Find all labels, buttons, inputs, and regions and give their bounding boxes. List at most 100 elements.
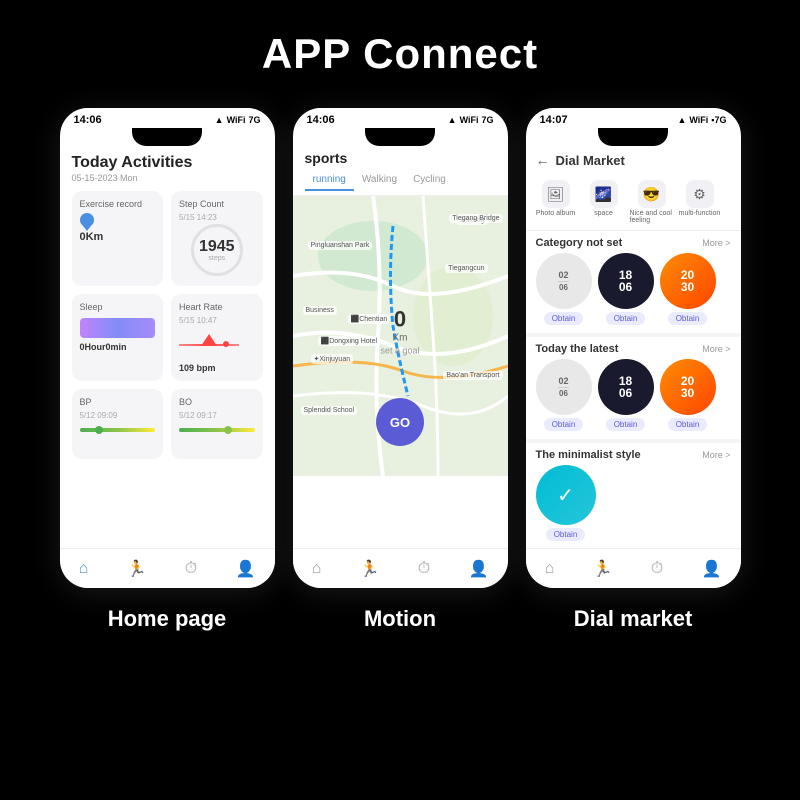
nav-home2-icon[interactable]: ⌂ <box>312 560 322 578</box>
step-value: 1945 <box>199 239 235 255</box>
section-category-not-set: Category not set More > <box>526 231 741 253</box>
time-motion: 14:06 <box>307 114 335 126</box>
nav-run3-icon[interactable]: 🏃 <box>593 559 613 579</box>
nav-profile3-icon[interactable]: 👤 <box>701 559 721 579</box>
bo-date: 5/12 09:17 <box>179 411 255 420</box>
time-dial: 14:07 <box>540 114 568 126</box>
status-bar-dial: 14:07 ▲ WiFi ▪7G <box>526 108 741 130</box>
obtain-btn-2b[interactable]: Obtain <box>606 418 646 431</box>
nav-timer3-icon[interactable]: ⏱ <box>651 560 663 578</box>
time-home: 14:06 <box>74 114 102 126</box>
set-goal: set a goal <box>380 346 419 356</box>
go-button[interactable]: GO <box>376 398 424 446</box>
section-minimalist: The minimalist style More > <box>526 443 741 465</box>
sleep-label: Sleep <box>80 302 156 312</box>
bottom-nav-motion: ⌂ 🏃 ⏱ 👤 <box>293 548 508 588</box>
exercise-label: Exercise record <box>80 199 156 209</box>
step-date: 5/15 14:23 <box>179 213 255 222</box>
notch-dial <box>598 128 668 146</box>
tab-cycling[interactable]: Cycling <box>405 170 454 191</box>
bo-slider <box>179 428 255 432</box>
nav-run-icon[interactable]: 🏃 <box>360 559 380 579</box>
obtain-btn-3a[interactable]: Obtain <box>546 528 586 541</box>
cat-cool-icon: 😎 <box>638 180 666 208</box>
dial-header: ← Dial Market <box>526 146 741 174</box>
obtain-btn-1a[interactable]: Obtain <box>544 312 584 325</box>
cat-cool[interactable]: 😎 Nice and cool feeling <box>630 180 674 224</box>
dial-item-2c: 2030 Obtain <box>660 359 716 431</box>
obtain-btn-2a[interactable]: Obtain <box>544 418 584 431</box>
step-unit: steps <box>208 255 225 262</box>
nav-home3-icon[interactable]: ⌂ <box>545 560 555 578</box>
cat-space[interactable]: 🌌 space <box>582 180 626 224</box>
km-value: 0 <box>380 307 419 333</box>
label-home: Home page <box>60 606 275 632</box>
home-screen-title: Today Activities <box>72 154 263 172</box>
status-bar-motion: 14:06 ▲ WiFi 7G <box>293 108 508 130</box>
app-title: APP Connect <box>262 30 538 78</box>
label-dial: Dial market <box>526 606 741 632</box>
sleep-value: 0Hour0min <box>80 342 156 352</box>
dial-item-1a: 0206 Obtain <box>536 253 592 325</box>
minimalist-dial-face: ✓ <box>536 465 596 525</box>
dial-face-1c: 2030 <box>660 253 716 309</box>
obtain-btn-1c[interactable]: Obtain <box>668 312 708 325</box>
motion-screen: sports running Walking Cycling <box>293 146 508 476</box>
phone-labels-row: Home page Motion Dial market <box>60 606 741 632</box>
exercise-step-row: Exercise record 0Km Step Count 5/15 14:2… <box>72 191 263 286</box>
step-card: Step Count 5/15 14:23 1945 steps <box>171 191 263 286</box>
nav-home-icon[interactable]: ⌂ <box>79 560 89 578</box>
dial-face-2b: 1806 <box>598 359 654 415</box>
bo-card: BO 5/12 09:17 <box>171 389 263 459</box>
cat-multi-icon: ⚙ <box>686 180 714 208</box>
cat-photo-icon: 🖼 <box>542 180 570 208</box>
dial-screen: ← Dial Market 🖼 Photo album 🌌 space 😎 Ni… <box>526 146 741 549</box>
nav-timer-icon[interactable]: ⏱ <box>185 560 197 578</box>
dial-face-1a: 0206 <box>536 253 592 309</box>
obtain-btn-1b[interactable]: Obtain <box>606 312 646 325</box>
notch-home <box>132 128 202 146</box>
motion-title: sports <box>293 146 508 166</box>
sleep-card: Sleep 0Hour0min <box>72 294 164 381</box>
step-circle: 1945 steps <box>191 224 243 276</box>
bp-thumb <box>95 426 103 434</box>
cat-space-icon: 🌌 <box>590 180 618 208</box>
label-motion: Motion <box>293 606 508 632</box>
tab-running[interactable]: running <box>305 170 354 191</box>
phones-container: 14:06 ▲ WiFi 7G Today Activities 05-15-2… <box>60 108 741 588</box>
heart-card: Heart Rate 5/15 10:47 109 bpm <box>171 294 263 381</box>
dial-face-1b: 1806 <box>598 253 654 309</box>
dial-market-title: Dial Market <box>556 153 625 168</box>
dial-face-2a: 0206 <box>536 359 592 415</box>
dial-item-3a: ✓ Obtain <box>536 465 596 541</box>
cat-photo[interactable]: 🖼 Photo album <box>534 180 578 224</box>
nav-profile-icon[interactable]: 👤 <box>235 559 255 579</box>
bo-thumb <box>224 426 232 434</box>
dial-item-2a: 0206 Obtain <box>536 359 592 431</box>
sleep-heart-row: Sleep 0Hour0min Heart Rate 5/15 10:47 10… <box>72 294 263 381</box>
map-label-park: Pingluanshan Park <box>308 241 373 250</box>
bp-slider <box>80 428 156 432</box>
map-label-school: Splendid School <box>301 406 358 415</box>
map-label-xinjuyuan: ✦Xinjuyuan <box>311 354 354 364</box>
dials-row-2: 0206 Obtain 1806 Obtain <box>526 359 741 439</box>
nav-timer2-icon[interactable]: ⏱ <box>418 560 430 578</box>
back-button[interactable]: ← <box>536 152 550 168</box>
dial-item-1b: 1806 Obtain <box>598 253 654 325</box>
cat-multi[interactable]: ⚙ multi-function <box>678 180 722 224</box>
exercise-card: Exercise record 0Km <box>72 191 164 286</box>
obtain-btn-2c[interactable]: Obtain <box>668 418 708 431</box>
nav-activity-icon[interactable]: 🏃 <box>127 559 147 579</box>
tab-walking[interactable]: Walking <box>354 170 405 191</box>
status-bar-home: 14:06 ▲ WiFi 7G <box>60 108 275 130</box>
map-label-transport: Bao'an Transport <box>443 371 502 380</box>
nav-profile2-icon[interactable]: 👤 <box>468 559 488 579</box>
status-icons-dial: ▲ WiFi ▪7G <box>677 115 726 125</box>
map-label-hotel: ⬛Dongxing Hotel <box>318 336 381 346</box>
bottom-nav-home: ⌂ 🏃 ⏱ 👤 <box>60 548 275 588</box>
motion-tabs: running Walking Cycling <box>293 166 508 196</box>
dial-item-1c: 2030 Obtain <box>660 253 716 325</box>
bp-date: 5/12 09:09 <box>80 411 156 420</box>
dial-categories: 🖼 Photo album 🌌 space 😎 Nice and cool fe… <box>526 174 741 231</box>
bp-label: BP <box>80 397 156 407</box>
